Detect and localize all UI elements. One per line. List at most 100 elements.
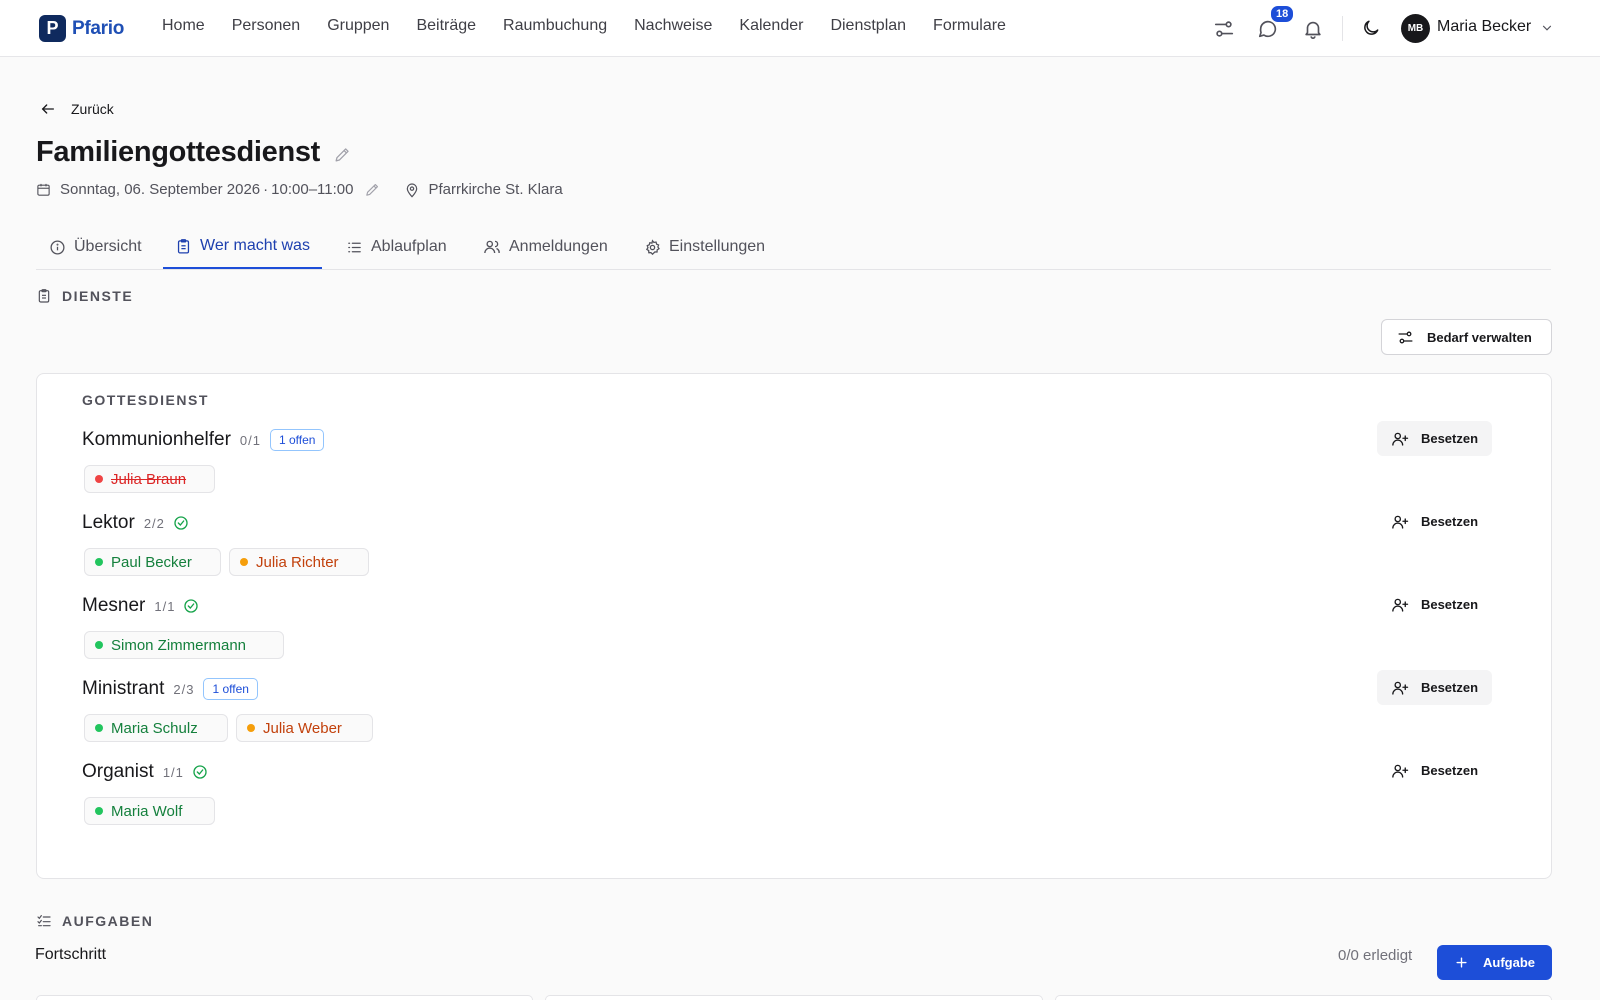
- event-location: Pfarrkirche St. Klara: [428, 181, 563, 198]
- chevron-down-icon[interactable]: [1540, 21, 1562, 43]
- progress-label: Fortschritt: [35, 946, 107, 963]
- aufgaben-section-heading: AUFGABEN: [36, 913, 153, 929]
- role-name: Kommunionhelfer: [82, 429, 231, 450]
- gear-icon: [644, 238, 661, 256]
- nav-item-personen[interactable]: Personen: [232, 17, 301, 35]
- role-name: Ministrant: [82, 678, 165, 699]
- role-name: Lektor: [82, 512, 135, 533]
- user-name[interactable]: Maria Becker: [1437, 18, 1531, 36]
- nav-item-beitraege[interactable]: Beiträge: [416, 17, 476, 35]
- role-name: Organist: [82, 761, 154, 782]
- person-name: Julia Braun: [111, 470, 187, 488]
- nav-item-dienstplan[interactable]: Dienstplan: [830, 17, 906, 35]
- page-title: Familiengottesdienst: [36, 136, 321, 168]
- section-title: AUFGABEN: [62, 913, 154, 929]
- task-column: [545, 995, 1043, 1000]
- event-meta: Sonntag, 06. September 2026 · 10:00–11:0…: [36, 181, 563, 198]
- nav-item-home[interactable]: Home: [162, 17, 205, 35]
- tab-wer-macht-was[interactable]: Wer macht was: [163, 225, 322, 269]
- filter-sliders-icon[interactable]: [1213, 18, 1235, 40]
- status-dot: [247, 724, 255, 732]
- role-row-mesner: Mesner 1/1 Simon Zimmermann Besetzen: [82, 594, 1492, 676]
- task-column: [1054, 995, 1552, 1000]
- pencil-edit-icon[interactable]: [364, 181, 381, 198]
- person-chip[interactable]: Julia Weber: [236, 714, 373, 742]
- besetzen-button[interactable]: Besetzen: [1377, 587, 1492, 622]
- list-icon: [346, 239, 363, 256]
- calendar-icon: [36, 182, 51, 197]
- nav-item-gruppen[interactable]: Gruppen: [327, 17, 389, 35]
- top-navigation-bar: P Pfario Home Personen Gruppen Beiträge …: [0, 0, 1600, 57]
- person-chip[interactable]: Maria Wolf: [84, 797, 215, 825]
- clipboard-icon: [36, 288, 52, 304]
- person-name: Julia Richter: [256, 553, 339, 571]
- map-pin-icon: [404, 182, 420, 198]
- tab-label: Übersicht: [74, 238, 142, 255]
- check-circle-icon: [192, 764, 208, 780]
- button-label: Besetzen: [1420, 514, 1479, 529]
- user-plus-icon: [1391, 762, 1409, 780]
- besetzen-button[interactable]: Besetzen: [1377, 753, 1492, 788]
- person-chip[interactable]: Paul Becker: [84, 548, 221, 576]
- status-dot: [95, 641, 103, 649]
- person-name: Julia Weber: [263, 719, 342, 737]
- tab-label: Anmeldungen: [509, 238, 608, 255]
- button-label: Bedarf verwalten: [1427, 329, 1532, 345]
- back-link[interactable]: Zurück: [40, 101, 114, 117]
- progress-value: 0/0 erledigt: [1338, 947, 1413, 964]
- role-row-organist: Organist 1/1 Maria Wolf Besetzen: [82, 760, 1492, 842]
- role-count: 1/1: [154, 598, 176, 614]
- person-name: Paul Becker: [111, 553, 192, 571]
- check-circle-icon: [183, 598, 199, 614]
- tab-einstellungen[interactable]: Einstellungen: [644, 225, 765, 269]
- button-label: Aufgabe: [1483, 955, 1535, 970]
- open-slots-badge: 1 offen: [270, 429, 325, 451]
- pencil-edit-icon[interactable]: [333, 145, 352, 164]
- gottesdienst-card: GOTTESDIENST Kommunionhelfer 0/1 1 offen…: [36, 373, 1552, 879]
- tab-anmeldungen[interactable]: Anmeldungen: [483, 225, 608, 269]
- person-name: Maria Schulz: [111, 719, 198, 737]
- users-icon: [483, 238, 501, 256]
- besetzen-button[interactable]: Besetzen: [1377, 670, 1492, 705]
- besetzen-button[interactable]: Besetzen: [1377, 421, 1492, 456]
- nav-item-raumbuchung[interactable]: Raumbuchung: [503, 17, 607, 35]
- user-plus-icon: [1391, 513, 1409, 531]
- person-chip[interactable]: Julia Braun: [84, 465, 215, 493]
- app-logo[interactable]: P Pfario: [39, 15, 124, 42]
- button-label: Besetzen: [1420, 680, 1479, 695]
- person-name: Simon Zimmermann: [111, 636, 247, 654]
- event-date: Sonntag, 06. September 2026: [60, 181, 261, 198]
- role-name: Mesner: [82, 595, 146, 616]
- person-chip[interactable]: Maria Schulz: [84, 714, 228, 742]
- tab-ablaufplan[interactable]: Ablaufplan: [346, 225, 447, 269]
- add-aufgabe-button[interactable]: Aufgabe: [1437, 945, 1552, 980]
- role-count: 2/3: [173, 681, 195, 697]
- nav-item-kalender[interactable]: Kalender: [739, 17, 803, 35]
- besetzen-button[interactable]: Besetzen: [1377, 504, 1492, 539]
- dark-mode-moon-icon[interactable]: [1361, 18, 1383, 40]
- user-avatar[interactable]: MB: [1401, 14, 1430, 43]
- status-dot: [240, 558, 248, 566]
- bedarf-verwalten-button[interactable]: Bedarf verwalten: [1381, 319, 1552, 355]
- button-label: Besetzen: [1420, 597, 1479, 612]
- tab-bar: Übersicht Wer macht was Ablaufplan Anmel…: [36, 225, 1551, 270]
- check-circle-icon: [173, 515, 189, 531]
- status-dot: [95, 724, 103, 732]
- open-slots-badge: 1 offen: [203, 678, 258, 700]
- role-row-kommunionhelfer: Kommunionhelfer 0/1 1 offen Julia Braun …: [82, 421, 1492, 510]
- nav-item-formulare[interactable]: Formulare: [933, 17, 1006, 35]
- person-chip[interactable]: Julia Richter: [229, 548, 369, 576]
- bell-icon[interactable]: [1302, 18, 1324, 40]
- person-name: Maria Wolf: [111, 802, 183, 820]
- role-row-ministrant: Ministrant 2/3 1 offen Maria Schulz Juli…: [82, 670, 1492, 759]
- role-count: 0/1: [239, 432, 261, 448]
- person-chip[interactable]: Simon Zimmermann: [84, 631, 284, 659]
- group-label: GOTTESDIENST: [82, 392, 209, 408]
- tab-uebersicht[interactable]: Übersicht: [49, 225, 142, 269]
- status-dot: [95, 807, 103, 815]
- info-icon: [49, 239, 66, 256]
- tab-label: Ablaufplan: [371, 238, 447, 255]
- main-nav: Home Personen Gruppen Beiträge Raumbuchu…: [162, 17, 1006, 35]
- nav-item-nachweise[interactable]: Nachweise: [634, 17, 712, 35]
- user-plus-icon: [1391, 679, 1409, 697]
